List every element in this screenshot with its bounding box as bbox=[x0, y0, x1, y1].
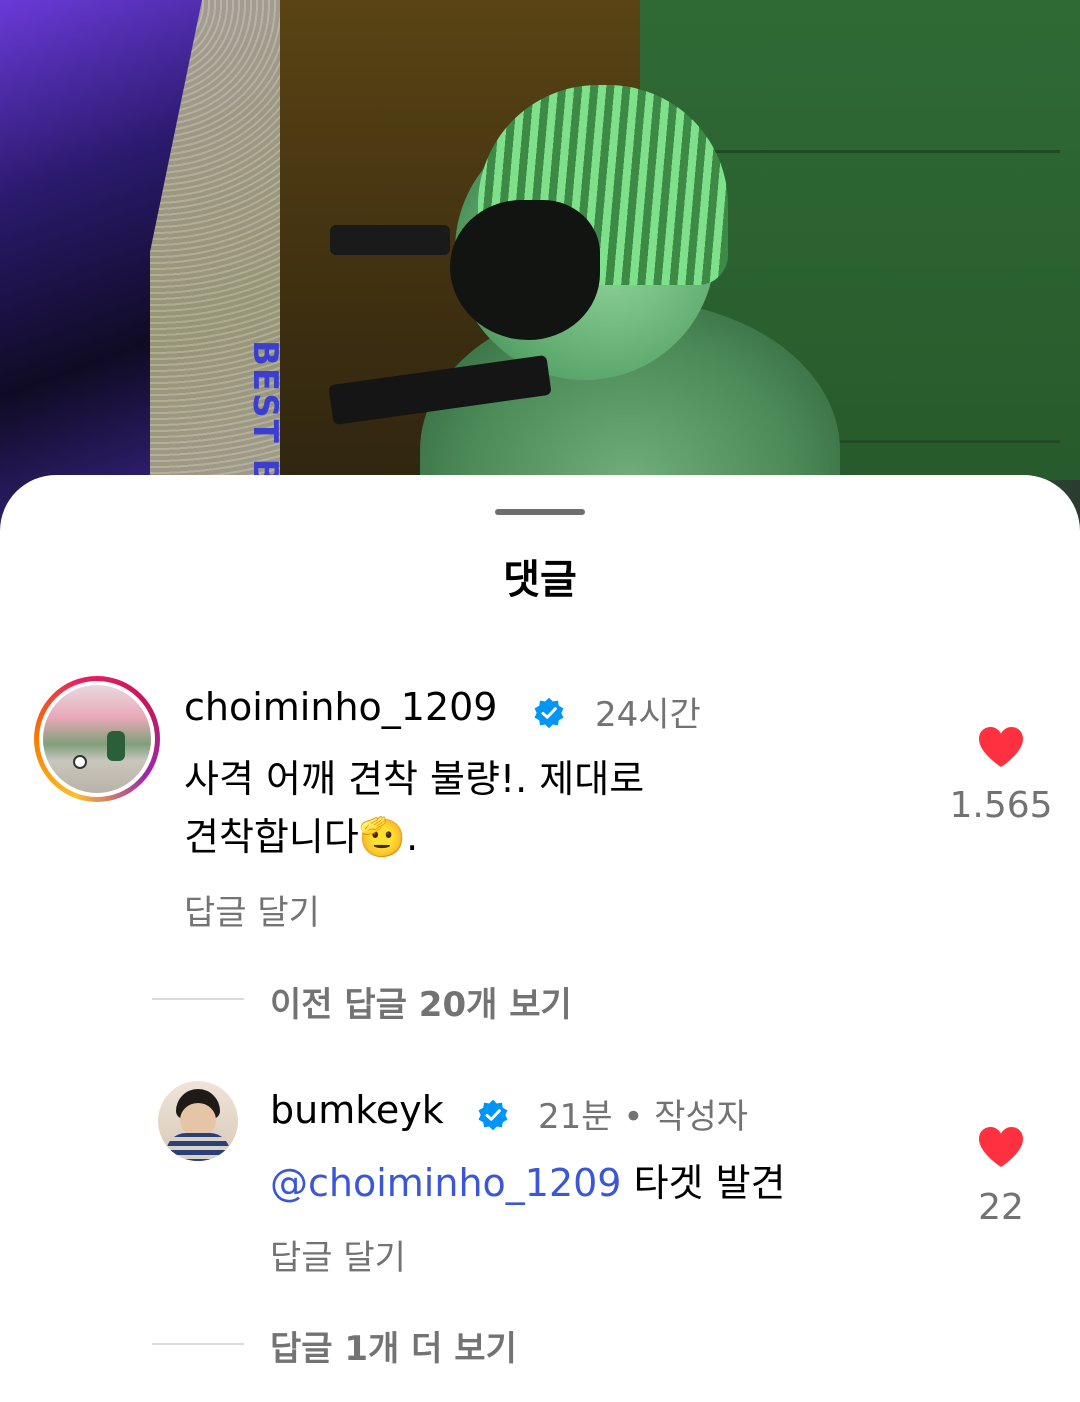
reply-button[interactable]: 답글 달기 bbox=[270, 1230, 406, 1279]
mention-link[interactable]: @choiminho_1209 bbox=[270, 1161, 621, 1205]
like-count: 22 bbox=[978, 1187, 1024, 1228]
reply-username[interactable]: bumkeyk bbox=[270, 1088, 444, 1132]
avatar-story-ring[interactable] bbox=[34, 676, 160, 802]
reply-text: @choiminho_1209 타겟 발견 bbox=[270, 1155, 785, 1211]
sheet-title: 댓글 bbox=[503, 557, 577, 603]
like-count: 1.565 bbox=[949, 785, 1053, 826]
verified-badge-icon bbox=[478, 1099, 508, 1131]
comment-text-part: 견착합니다 bbox=[184, 815, 359, 859]
avatar-ball bbox=[73, 755, 87, 769]
avatar bbox=[43, 685, 151, 793]
thread-divider bbox=[152, 998, 244, 1000]
comments-sheet: 댓글 choiminho_1209 24시간 사격 어깨 견착 불량!. 제대로… bbox=[0, 475, 1080, 1402]
comment-timestamp: 24시간 bbox=[595, 695, 701, 735]
comment-username[interactable]: choiminho_1209 bbox=[184, 685, 497, 729]
avatar[interactable] bbox=[158, 1081, 238, 1161]
avatar-shirt bbox=[166, 1133, 230, 1161]
comment-text-line: 견착합니다🫡. bbox=[184, 809, 418, 865]
reply-button[interactable]: 답글 달기 bbox=[184, 885, 320, 934]
verified-badge-icon bbox=[534, 697, 564, 729]
thread-divider bbox=[152, 1343, 244, 1345]
view-more-replies-button[interactable]: 답글 1개 더 보기 bbox=[270, 1321, 517, 1370]
reply-text-part: 타겟 발견 bbox=[621, 1161, 786, 1205]
heart-icon[interactable] bbox=[977, 725, 1025, 769]
comment-text-part: . bbox=[406, 815, 419, 859]
sheet-drag-handle[interactable] bbox=[495, 509, 585, 515]
saluting-emoji-icon: 🫡 bbox=[358, 815, 407, 859]
avatar-face bbox=[180, 1103, 216, 1137]
comment-text-line: 사격 어깨 견착 불량!. 제대로 bbox=[184, 757, 645, 801]
view-previous-replies-button[interactable]: 이전 답글 20개 보기 bbox=[270, 977, 572, 1026]
avatar-figure bbox=[107, 731, 125, 761]
gun-shape bbox=[330, 225, 450, 255]
reply-timestamp: 21분 • 작성자 bbox=[538, 1097, 749, 1137]
heart-icon[interactable] bbox=[977, 1125, 1025, 1169]
